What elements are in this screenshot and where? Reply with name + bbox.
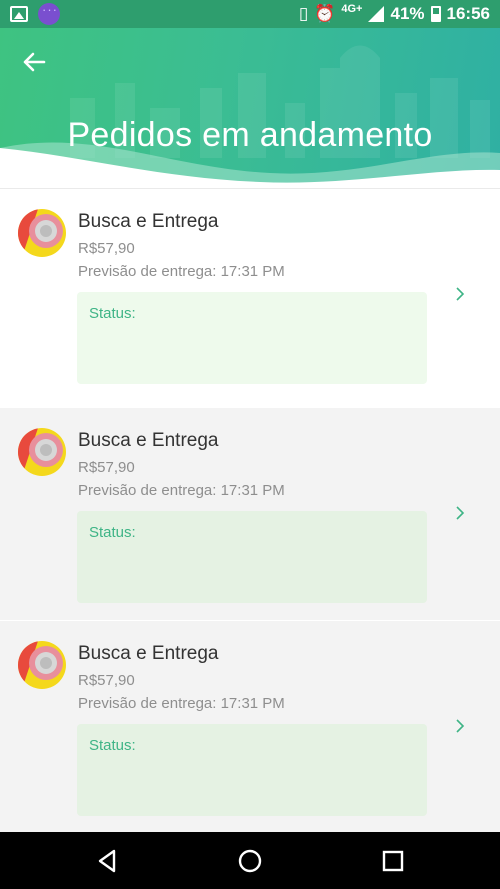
skyline-illustration [0,45,500,188]
status-bar-left [10,2,60,25]
network-type: 4G+ [341,3,363,15]
order-price: R$57,90 [78,672,135,689]
recents-square-icon[interactable] [378,846,408,876]
order-price: R$57,90 [78,240,135,257]
photo-icon [10,6,28,22]
status-bar: ▯ ⏰ 4G+ 41% 16:56 [0,0,500,28]
delivery-estimate: Previsão de entrega: 17:31 PM [78,482,285,499]
order-card[interactable]: Busca e Entrega R$57,90 Previsão de entr… [0,188,500,400]
status-label: Status: [89,737,136,754]
back-triangle-icon[interactable] [92,846,122,876]
status-label: Status: [89,305,136,322]
store-avatar [18,428,66,476]
battery-icon [430,6,441,22]
chevron-right-icon[interactable] [452,285,468,303]
alarm-icon: ⏰ [314,4,336,23]
status-box: Status: [77,724,427,816]
page-title: Pedidos em andamento [67,116,433,154]
header: Pedidos em andamento [0,28,500,188]
order-title: Busca e Entrega [78,430,219,451]
store-avatar [18,209,66,257]
delivery-estimate: Previsão de entrega: 17:31 PM [78,263,285,280]
clock: 16:56 [446,4,490,23]
vibrate-icon: ▯ [298,4,309,23]
status-box: Status: [77,511,427,603]
delivery-estimate: Previsão de entrega: 17:31 PM [78,695,285,712]
status-bar-right: ▯ ⏰ 4G+ 41% 16:56 [299,3,490,25]
chevron-right-icon[interactable] [452,504,468,522]
order-price: R$57,90 [78,459,135,476]
navigation-bar [0,832,500,889]
order-title: Busca e Entrega [78,643,219,664]
home-circle-icon[interactable] [235,846,265,876]
signal-icon [368,6,385,22]
status-box: Status: [77,292,427,384]
status-label: Status: [89,524,136,541]
chevron-right-icon[interactable] [452,717,468,735]
order-card[interactable]: Busca e Entrega R$57,90 Previsão de entr… [0,408,500,620]
chat-icon [38,2,60,25]
arrow-left-icon[interactable] [20,48,48,76]
order-title: Busca e Entrega [78,211,219,232]
battery-percent: 41% [390,4,425,23]
order-card[interactable]: Busca e Entrega R$57,90 Previsão de entr… [0,621,500,833]
store-avatar [18,641,66,689]
